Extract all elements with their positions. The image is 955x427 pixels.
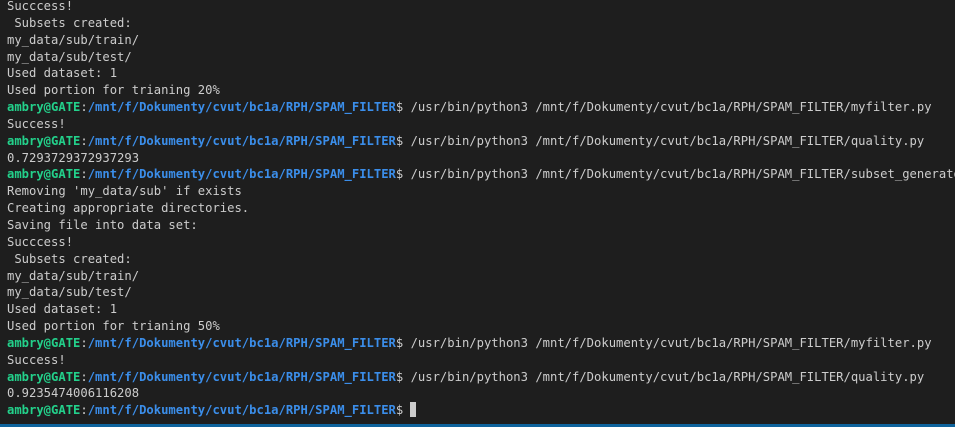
output-text: Used portion for trianing 20% bbox=[7, 83, 220, 98]
prompt-symbol: $ bbox=[395, 403, 404, 418]
prompt-path: /mnt/f/Dokumenty/cvut/bc1a/RPH/SPAM_FILT… bbox=[87, 403, 396, 418]
prompt-separator: : bbox=[80, 133, 88, 148]
command-text: /usr/bin/python3 /mnt/f/Dokumenty/cvut/b… bbox=[403, 100, 932, 115]
output-text: my_data/sub/test/ bbox=[7, 49, 132, 64]
output-line: Creating appropriate directories. bbox=[7, 200, 955, 217]
output-text: Success! bbox=[7, 352, 66, 367]
terminal-panel[interactable]: Succcess! Subsets created: my_data/sub/tr… bbox=[0, 0, 955, 427]
prompt-separator: : bbox=[80, 369, 88, 384]
prompt-separator: : bbox=[80, 100, 88, 115]
output-text: Removing 'my_data/sub' if exists bbox=[7, 184, 242, 199]
command-text: /usr/bin/python3 /mnt/f/Dokumenty/cvut/b… bbox=[403, 369, 925, 384]
output-text: Subsets created: bbox=[7, 251, 132, 266]
output-line: my_data/sub/train/ bbox=[7, 268, 955, 285]
output-line: Succcess! bbox=[7, 0, 955, 15]
prompt-separator: : bbox=[80, 403, 88, 418]
output-line: Removing 'my_data/sub' if exists bbox=[7, 183, 955, 200]
command-text: /usr/bin/python3 /mnt/f/Dokumenty/cvut/b… bbox=[403, 133, 925, 148]
command-line: ambry@GATE:/mnt/f/Dokumenty/cvut/bc1a/RP… bbox=[7, 369, 955, 386]
output-text: my_data/sub/train/ bbox=[7, 268, 140, 283]
terminal-output: Succcess! Subsets created: my_data/sub/tr… bbox=[7, 0, 955, 419]
output-line: Used dataset: 1 bbox=[7, 301, 955, 318]
output-text: Succcess! bbox=[7, 0, 74, 13]
output-text: my_data/sub/test/ bbox=[7, 285, 132, 300]
output-line: 0.7293729372937293 bbox=[7, 150, 955, 167]
command-line: ambry@GATE:/mnt/f/Dokumenty/cvut/bc1a/RP… bbox=[7, 99, 955, 116]
output-line: my_data/sub/test/ bbox=[7, 49, 955, 66]
output-line: my_data/sub/train/ bbox=[7, 32, 955, 49]
prompt-path: /mnt/f/Dokumenty/cvut/bc1a/RPH/SPAM_FILT… bbox=[87, 100, 396, 115]
output-line: Subsets created: bbox=[7, 251, 955, 268]
prompt-path: /mnt/f/Dokumenty/cvut/bc1a/RPH/SPAM_FILT… bbox=[87, 335, 396, 350]
prompt-user-host: ambry@GATE bbox=[7, 100, 81, 115]
prompt-user-host: ambry@GATE bbox=[7, 167, 81, 182]
output-text: 0.7293729372937293 bbox=[7, 150, 140, 165]
output-text: Succcess! bbox=[7, 234, 74, 249]
output-line: Saving file into data set: bbox=[7, 217, 955, 234]
output-line: Used dataset: 1 bbox=[7, 65, 955, 82]
output-line: Subsets created: bbox=[7, 15, 955, 32]
output-line: Success! bbox=[7, 352, 955, 369]
output-text: Success! bbox=[7, 116, 66, 131]
output-text: Creating appropriate directories. bbox=[7, 201, 250, 216]
output-line: Success! bbox=[7, 116, 955, 133]
prompt-path: /mnt/f/Dokumenty/cvut/bc1a/RPH/SPAM_FILT… bbox=[87, 369, 396, 384]
terminal-cursor[interactable] bbox=[410, 402, 417, 418]
output-text: Used dataset: 1 bbox=[7, 66, 118, 81]
output-text: my_data/sub/train/ bbox=[7, 32, 140, 47]
command-text: /usr/bin/python3 /mnt/f/Dokumenty/cvut/b… bbox=[403, 335, 932, 350]
prompt-user-host: ambry@GATE bbox=[7, 403, 81, 418]
command-line: ambry@GATE:/mnt/f/Dokumenty/cvut/bc1a/RP… bbox=[7, 133, 955, 150]
output-text: Used dataset: 1 bbox=[7, 302, 118, 317]
output-text: Saving file into data set: bbox=[7, 217, 198, 232]
command-line: ambry@GATE:/mnt/f/Dokumenty/cvut/bc1a/RP… bbox=[7, 335, 955, 352]
prompt-user-host: ambry@GATE bbox=[7, 335, 81, 350]
active-prompt-line: ambry@GATE:/mnt/f/Dokumenty/cvut/bc1a/RP… bbox=[7, 402, 955, 419]
prompt-user-host: ambry@GATE bbox=[7, 133, 81, 148]
prompt-user-host: ambry@GATE bbox=[7, 369, 81, 384]
prompt-separator: : bbox=[80, 335, 88, 350]
output-text: 0.9235474006116208 bbox=[7, 386, 140, 401]
command-text: /usr/bin/python3 /mnt/f/Dokumenty/cvut/b… bbox=[403, 167, 955, 182]
output-line: Succcess! bbox=[7, 234, 955, 251]
command-line: ambry@GATE:/mnt/f/Dokumenty/cvut/bc1a/RP… bbox=[7, 166, 955, 183]
output-line: 0.9235474006116208 bbox=[7, 385, 955, 402]
prompt-path: /mnt/f/Dokumenty/cvut/bc1a/RPH/SPAM_FILT… bbox=[87, 133, 396, 148]
prompt-separator: : bbox=[80, 167, 88, 182]
output-line: my_data/sub/test/ bbox=[7, 284, 955, 301]
output-line: Used portion for trianing 20% bbox=[7, 82, 955, 99]
output-text: Subsets created: bbox=[7, 15, 132, 30]
output-text: Used portion for trianing 50% bbox=[7, 319, 220, 334]
prompt-path: /mnt/f/Dokumenty/cvut/bc1a/RPH/SPAM_FILT… bbox=[87, 167, 396, 182]
output-line: Used portion for trianing 50% bbox=[7, 318, 955, 335]
